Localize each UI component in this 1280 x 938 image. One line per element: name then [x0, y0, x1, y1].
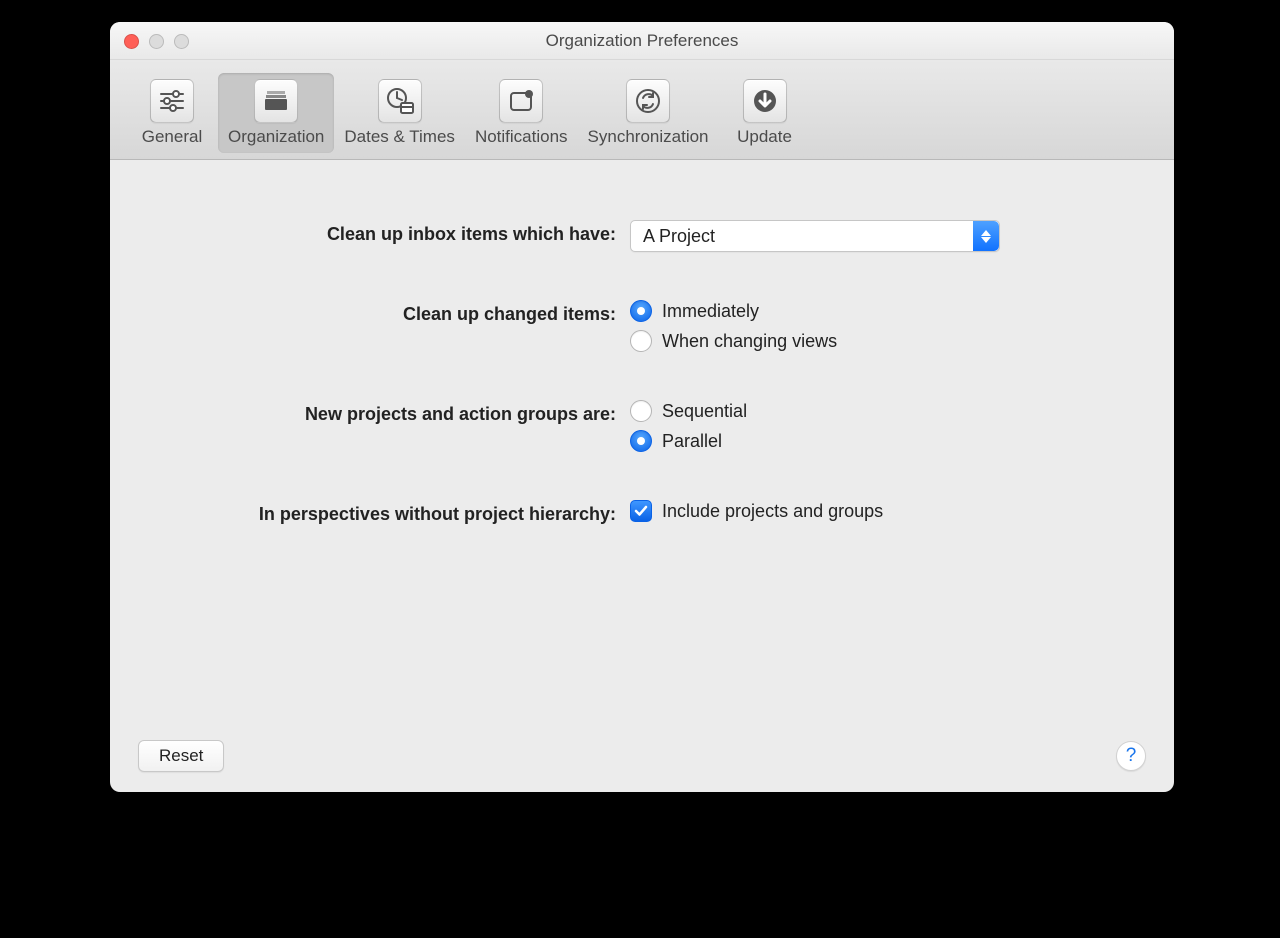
- new-projects-label: New projects and action groups are:: [150, 400, 630, 425]
- tab-organization[interactable]: Organization: [218, 73, 334, 153]
- radio-sequential-label: Sequential: [662, 401, 747, 422]
- minimize-button[interactable]: [149, 34, 164, 49]
- cleanup-inbox-label: Clean up inbox items which have:: [150, 220, 630, 245]
- close-button[interactable]: [124, 34, 139, 49]
- radio-immediately-label: Immediately: [662, 301, 759, 322]
- perspectives-label: In perspectives without project hierarch…: [150, 500, 630, 525]
- window-title: Organization Preferences: [546, 31, 739, 51]
- cleanup-inbox-value: A Project: [643, 226, 715, 247]
- radio-when-changing-label: When changing views: [662, 331, 837, 352]
- footer: Reset ?: [138, 740, 1146, 772]
- sync-icon: [626, 79, 670, 123]
- inbox-icon: [254, 79, 298, 123]
- tab-notifications-label: Notifications: [475, 127, 568, 147]
- notification-icon: [499, 79, 543, 123]
- help-button[interactable]: ?: [1116, 741, 1146, 771]
- radio-sequential[interactable]: [630, 400, 652, 422]
- tab-synchronization-label: Synchronization: [588, 127, 709, 147]
- tab-update[interactable]: Update: [719, 73, 811, 153]
- cleanup-inbox-popup[interactable]: A Project: [630, 220, 1000, 252]
- help-icon: ?: [1126, 745, 1137, 767]
- preferences-toolbar: General Organization: [110, 60, 1174, 160]
- radio-immediately[interactable]: [630, 300, 652, 322]
- checkbox-include-projects[interactable]: [630, 500, 652, 522]
- clock-calendar-icon: [378, 79, 422, 123]
- traffic-lights: [124, 34, 189, 49]
- tab-general-label: General: [142, 127, 202, 147]
- tab-synchronization[interactable]: Synchronization: [578, 73, 719, 153]
- zoom-button[interactable]: [174, 34, 189, 49]
- tab-notifications[interactable]: Notifications: [465, 73, 578, 153]
- titlebar: Organization Preferences: [110, 22, 1174, 60]
- tab-organization-label: Organization: [228, 127, 324, 147]
- chevron-updown-icon: [973, 221, 999, 251]
- reset-button[interactable]: Reset: [138, 740, 224, 772]
- cleanup-changed-label: Clean up changed items:: [150, 300, 630, 325]
- checkbox-include-projects-label: Include projects and groups: [662, 501, 883, 522]
- preferences-content: Clean up inbox items which have: A Proje…: [110, 160, 1174, 792]
- radio-parallel-label: Parallel: [662, 431, 722, 452]
- tab-general[interactable]: General: [126, 73, 218, 153]
- tab-dates-times-label: Dates & Times: [344, 127, 455, 147]
- radio-when-changing[interactable]: [630, 330, 652, 352]
- download-icon: [743, 79, 787, 123]
- tab-update-label: Update: [737, 127, 792, 147]
- sliders-icon: [150, 79, 194, 123]
- radio-parallel[interactable]: [630, 430, 652, 452]
- preferences-window: Organization Preferences General: [110, 22, 1174, 792]
- tab-dates-times[interactable]: Dates & Times: [334, 73, 465, 153]
